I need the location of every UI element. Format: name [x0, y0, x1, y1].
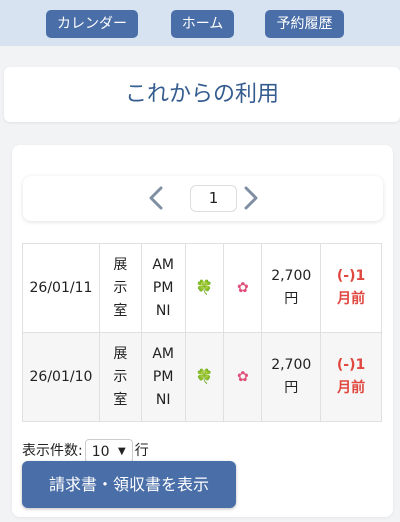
- page-title: これからの利用: [124, 82, 279, 107]
- room-char: 室: [113, 302, 128, 319]
- chevron-right-icon[interactable]: [238, 183, 264, 213]
- flower-cell: ✿: [223, 243, 263, 333]
- slot-cell: AM PM NI: [140, 332, 186, 422]
- slot-am: AM: [152, 345, 174, 362]
- status-line1: (-)1: [336, 268, 366, 284]
- date-cell: 26/01/11: [22, 243, 100, 333]
- clover-cell: 🍀: [184, 243, 225, 333]
- slot-ni: NI: [155, 391, 171, 408]
- reservations-table: 26/01/11 展 示 室 AM PM NI 🍀 ✿ 2,700 円 (-)1…: [22, 243, 382, 422]
- price-cell: 2,700 円: [261, 332, 322, 422]
- table-row[interactable]: 26/01/11 展 示 室 AM PM NI 🍀 ✿ 2,700 円 (-)1…: [22, 243, 382, 333]
- status-line2: 月前: [337, 380, 366, 396]
- flower-icon: ✿: [237, 279, 249, 296]
- date-cell: 26/01/10: [22, 332, 100, 422]
- rows-per-page-value: 10: [91, 444, 110, 460]
- slot-am: AM: [152, 256, 174, 273]
- price-unit: 円: [284, 291, 299, 307]
- chevron-left-icon[interactable]: [143, 183, 169, 213]
- status-line1: (-)1: [336, 357, 366, 373]
- nav-calendar-button[interactable]: カレンダー: [46, 10, 138, 38]
- table-row[interactable]: 26/01/10 展 示 室 AM PM NI 🍀 ✿ 2,700 円 (-)1…: [22, 332, 382, 422]
- slot-cell: AM PM NI: [140, 243, 186, 333]
- reservations-card: 1 26/01/11 展 示 室 AM PM NI 🍀 ✿ 2,700 円 (-…: [12, 145, 393, 517]
- rows-per-page-suffix: 行: [134, 443, 149, 459]
- clover-icon: 🍀: [195, 368, 214, 385]
- flower-icon: ✿: [237, 368, 249, 385]
- price-value: 2,700: [271, 357, 312, 373]
- slot-ni: NI: [155, 302, 171, 319]
- flower-cell: ✿: [223, 332, 263, 422]
- nav-history-button[interactable]: 予約履歴: [265, 10, 344, 38]
- show-invoice-button[interactable]: 請求書・領収書を表示: [22, 461, 236, 508]
- status-line2: 月前: [337, 291, 366, 307]
- rows-per-page-select[interactable]: 10 ▼: [84, 439, 133, 463]
- room-char: 示: [113, 368, 128, 385]
- rows-per-page-label: 表示件数:: [22, 443, 83, 459]
- room-char: 示: [113, 279, 128, 296]
- room-cell: 展 示 室: [98, 243, 142, 333]
- top-nav-bar: カレンダー ホーム 予約履歴: [0, 0, 400, 46]
- room-char: 展: [113, 256, 128, 273]
- slot-pm: PM: [152, 279, 174, 296]
- room-char: 室: [113, 391, 128, 408]
- slot-pm: PM: [152, 368, 174, 385]
- nav-home-button[interactable]: ホーム: [171, 10, 234, 38]
- status-cell: (-)1 月前: [320, 332, 382, 422]
- price-value: 2,700: [271, 268, 312, 284]
- price-cell: 2,700 円: [261, 243, 322, 333]
- room-char: 展: [113, 345, 128, 362]
- clover-icon: 🍀: [195, 279, 214, 296]
- rows-per-page: 表示件数: 10 ▼ 行: [22, 439, 149, 463]
- pagination: 1: [23, 176, 383, 221]
- title-card: これからの利用: [4, 67, 400, 122]
- room-cell: 展 示 室: [98, 332, 142, 422]
- page-number-box[interactable]: 1: [190, 185, 237, 212]
- clover-cell: 🍀: [184, 332, 225, 422]
- price-unit: 円: [284, 380, 299, 396]
- status-cell: (-)1 月前: [320, 243, 382, 333]
